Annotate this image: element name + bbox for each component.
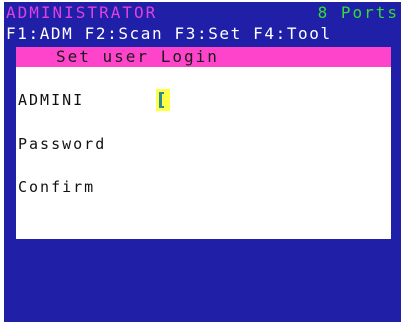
password-label: Password	[18, 135, 107, 153]
function-key-menu[interactable]: F1:ADM F2:Scan F3:Set F4:Tool	[6, 24, 332, 44]
confirm-password-input[interactable]	[156, 176, 336, 198]
password-input[interactable]	[156, 133, 336, 155]
set-user-login-dialog: Set user Login ADMINI Password Confirm	[16, 47, 391, 239]
username-input[interactable]	[156, 89, 170, 111]
text-cursor-icon	[159, 92, 164, 108]
confirm-label: Confirm	[18, 178, 96, 196]
header-row: ADMINISTRATOR 8 Ports	[4, 3, 401, 23]
function-key-bar: F1:ADM F2:Scan F3:Set F4:Tool	[4, 24, 401, 44]
kvm-osd-screen: ADMINISTRATOR 8 Ports F1:ADM F2:Scan F3:…	[4, 2, 401, 322]
username-label: ADMINI	[18, 91, 85, 109]
dialog-title: Set user Login	[16, 47, 391, 67]
osd-title: ADMINISTRATOR	[6, 3, 158, 22]
ports-count: 8 Ports	[317, 3, 399, 22]
